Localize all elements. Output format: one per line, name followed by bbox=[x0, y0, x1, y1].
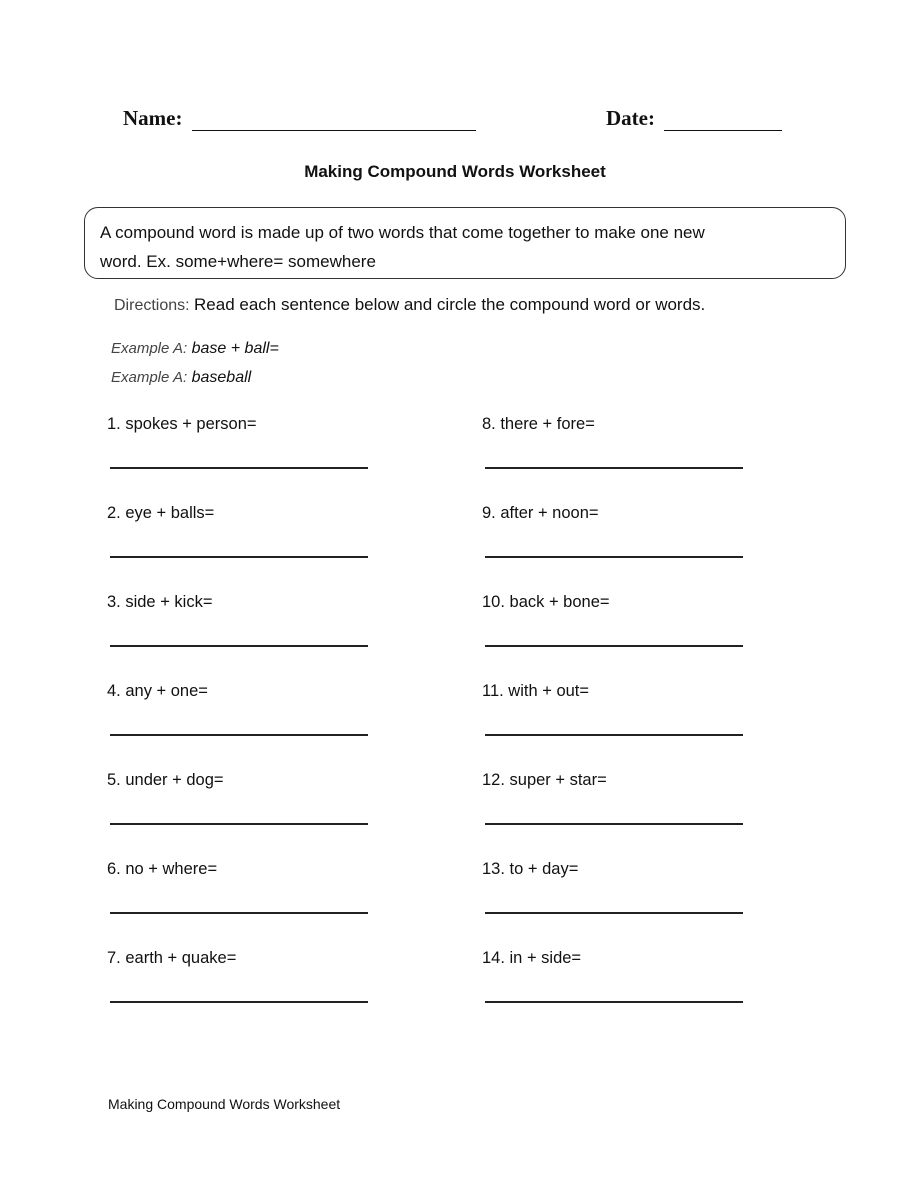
question-item: 12. super + star= bbox=[482, 771, 607, 789]
definition-box: A compound word is made up of two words … bbox=[84, 207, 846, 279]
answer-line[interactable] bbox=[110, 912, 368, 914]
answer-line[interactable] bbox=[485, 556, 743, 558]
question-item: 11. with + out= bbox=[482, 682, 590, 700]
answer-line[interactable] bbox=[110, 823, 368, 825]
answer-line[interactable] bbox=[110, 467, 368, 469]
question-item: 6. no + where= bbox=[107, 860, 218, 878]
answer-line[interactable] bbox=[110, 734, 368, 736]
date-field: Date: bbox=[606, 106, 783, 131]
example-label: Example A: bbox=[111, 369, 188, 386]
directions-text: Read each sentence below and circle the … bbox=[194, 295, 706, 314]
question-item: 2. eye + balls= bbox=[107, 504, 215, 522]
date-label: Date: bbox=[606, 106, 655, 130]
example-row: Example A: baseball bbox=[111, 369, 251, 387]
name-field: Name: bbox=[123, 106, 476, 131]
question-item: 14. in + side= bbox=[482, 949, 582, 967]
question-item: 5. under + dog= bbox=[107, 771, 224, 789]
footer-text: Making Compound Words Worksheet bbox=[108, 1096, 341, 1112]
directions: Directions: Read each sentence below and… bbox=[114, 295, 705, 315]
answer-line[interactable] bbox=[110, 645, 368, 647]
answer-line[interactable] bbox=[485, 467, 743, 469]
question-item: 7. earth + quake= bbox=[107, 949, 237, 967]
example-text: baseball bbox=[191, 369, 252, 386]
question-item: 10. back + bone= bbox=[482, 593, 610, 611]
name-label: Name: bbox=[123, 106, 183, 130]
answer-line[interactable] bbox=[485, 734, 743, 736]
date-input-line[interactable] bbox=[664, 108, 783, 131]
answer-line[interactable] bbox=[110, 1001, 368, 1003]
definition-line-1: A compound word is made up of two words … bbox=[100, 223, 705, 242]
answer-line[interactable] bbox=[485, 1001, 743, 1003]
answer-line[interactable] bbox=[485, 645, 743, 647]
question-item: 13. to + day= bbox=[482, 860, 579, 878]
example-text: base + ball= bbox=[191, 340, 279, 357]
answer-line[interactable] bbox=[110, 556, 368, 558]
example-row: Example A: base + ball= bbox=[111, 340, 279, 358]
question-item: 8. there + fore= bbox=[482, 415, 595, 433]
worksheet-title: Making Compound Words Worksheet bbox=[304, 162, 606, 181]
question-item: 3. side + kick= bbox=[107, 593, 213, 611]
definition-line-2: word. Ex. some+where= somewhere bbox=[100, 252, 376, 271]
answer-line[interactable] bbox=[485, 912, 743, 914]
question-item: 1. spokes + person= bbox=[107, 415, 257, 433]
name-input-line[interactable] bbox=[191, 108, 476, 131]
answer-line[interactable] bbox=[485, 823, 743, 825]
directions-label: Directions: bbox=[114, 297, 190, 314]
example-label: Example A: bbox=[111, 340, 188, 357]
question-item: 4. any + one= bbox=[107, 682, 208, 700]
question-item: 9. after + noon= bbox=[482, 504, 599, 522]
